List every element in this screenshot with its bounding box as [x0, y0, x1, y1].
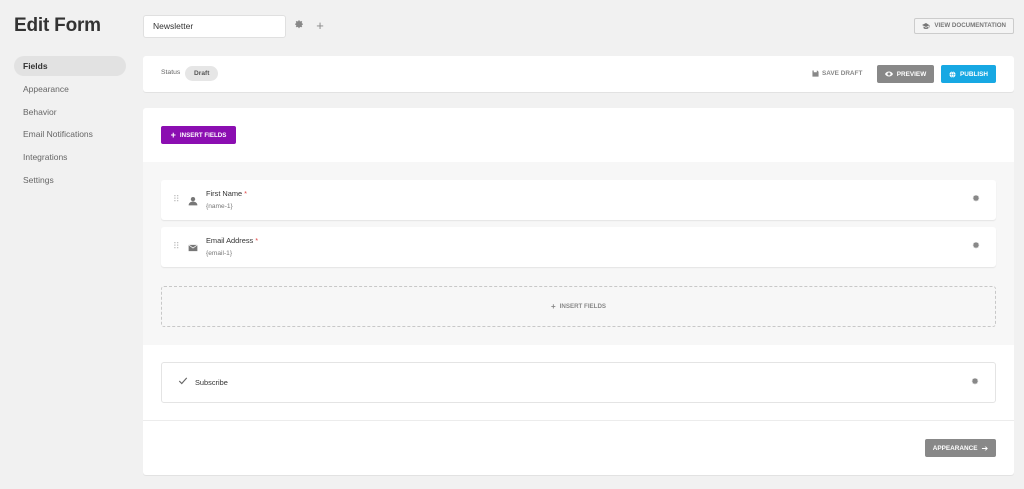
preview-label: PREVIEW	[896, 70, 927, 78]
insert-fields-dropzone-label: INSERT FIELDS	[559, 303, 607, 310]
insert-fields-label: INSERT FIELDS	[179, 131, 227, 139]
graduation-cap-icon	[922, 23, 930, 29]
field-label: Email Address *	[206, 236, 259, 245]
field-label: First Name *	[206, 189, 248, 198]
arrow-right-icon: ➔	[981, 443, 989, 453]
drag-handle-icon[interactable]: ⠿	[173, 241, 180, 252]
preview-button[interactable]: PREVIEW	[877, 65, 934, 83]
sidebar: Fields Appearance Behavior Email Notific…	[14, 56, 126, 193]
status-label: Status	[161, 69, 181, 76]
sidebar-item-integrations[interactable]: Integrations	[14, 147, 126, 167]
sidebar-item-settings[interactable]: Settings	[14, 170, 126, 190]
submit-label: Subscribe	[195, 378, 228, 387]
plus-icon: +	[170, 130, 176, 140]
globe-icon	[949, 70, 956, 78]
divider	[143, 420, 1014, 421]
next-appearance-button[interactable]: APPEARANCE ➔	[925, 439, 996, 457]
publish-button[interactable]: PUBLISH	[941, 65, 996, 83]
plus-icon: +	[550, 302, 556, 311]
page-title: Edit Form	[14, 15, 101, 36]
form-name-field[interactable]: Newsletter	[143, 15, 286, 38]
sidebar-item-appearance[interactable]: Appearance	[14, 79, 126, 99]
status-bar: Status Draft SAVE DRAFT PREVIEW PUBLISH	[143, 56, 1014, 92]
gear-icon[interactable]	[292, 19, 306, 33]
plus-icon[interactable]: +	[313, 19, 327, 33]
field-row-first-name[interactable]: ⠿ First Name * {name-1}	[161, 180, 996, 220]
publish-label: PUBLISH	[959, 70, 989, 78]
status-badge: Draft	[185, 66, 219, 81]
next-appearance-label: APPEARANCE	[932, 444, 978, 452]
field-id: {name-1}	[206, 203, 233, 210]
field-id: {email-1}	[206, 250, 233, 257]
sidebar-item-behavior[interactable]: Behavior	[14, 102, 126, 122]
submit-button-row[interactable]: Subscribe	[161, 362, 996, 403]
sidebar-item-fields[interactable]: Fields	[14, 56, 126, 76]
view-documentation-label: VIEW DOCUMENTATION	[934, 22, 1006, 29]
envelope-icon	[188, 240, 200, 252]
field-row-email-address[interactable]: ⠿ Email Address * {email-1}	[161, 227, 996, 267]
drag-handle-icon[interactable]: ⠿	[173, 194, 180, 205]
gear-icon[interactable]	[972, 241, 980, 251]
eye-icon	[884, 71, 893, 77]
person-icon	[188, 193, 200, 206]
save-draft-label: SAVE DRAFT	[822, 70, 863, 77]
insert-fields-button[interactable]: + INSERT FIELDS	[161, 126, 236, 144]
save-draft-button[interactable]: SAVE DRAFT	[812, 70, 862, 77]
save-icon	[812, 70, 819, 77]
view-documentation-button[interactable]: VIEW DOCUMENTATION	[914, 18, 1014, 34]
form-builder-panel: + INSERT FIELDS ⠿ First Name * {name-1} ⠿…	[143, 108, 1014, 475]
insert-fields-dropzone[interactable]: + INSERT FIELDS	[161, 286, 996, 327]
checkmark-icon	[178, 376, 188, 389]
gear-icon[interactable]	[972, 194, 980, 204]
gear-icon[interactable]	[971, 377, 979, 387]
sidebar-item-email-notifications[interactable]: Email Notifications	[14, 124, 126, 144]
